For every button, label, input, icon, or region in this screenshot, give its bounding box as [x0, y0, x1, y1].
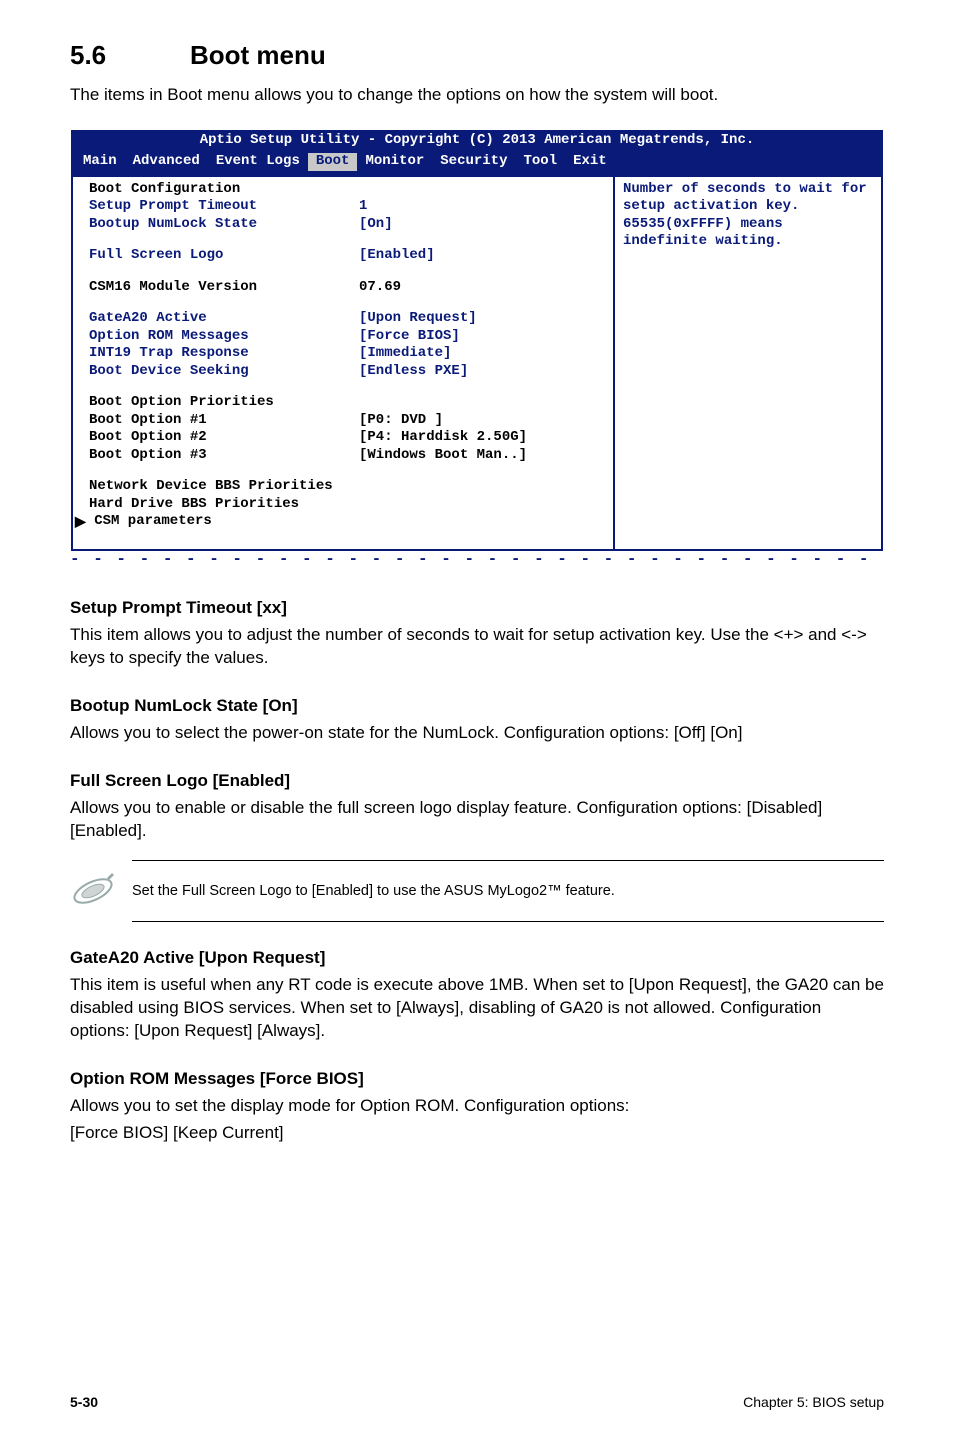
setup-prompt-body: This item allows you to adjust the numbe…: [70, 624, 884, 670]
option-rom-body-1: Allows you to set the display mode for O…: [70, 1095, 884, 1118]
menu-tool[interactable]: Tool: [515, 153, 565, 171]
numlock-value: [On]: [359, 216, 607, 234]
setup-prompt-timeout-label[interactable]: Setup Prompt Timeout: [89, 198, 359, 216]
menu-event-logs[interactable]: Event Logs: [208, 153, 308, 171]
boot-config-header: Boot Configuration: [89, 181, 359, 199]
menu-security[interactable]: Security: [432, 153, 515, 171]
chapter-label: Chapter 5: BIOS setup: [743, 1394, 884, 1410]
section-number: 5.6: [70, 40, 190, 71]
csm16-label: CSM16 Module Version: [89, 279, 359, 297]
menu-main[interactable]: Main: [75, 153, 125, 171]
note-text: Set the Full Screen Logo to [Enabled] to…: [132, 883, 884, 899]
boot-option-3-value: [Windows Boot Man..]: [359, 447, 607, 465]
full-screen-logo-value: [Enabled]: [359, 247, 607, 265]
option-rom-body-2: [Force BIOS] [Keep Current]: [70, 1122, 884, 1145]
option-rom-value: [Force BIOS]: [359, 328, 607, 346]
bios-left-panel: Boot Configuration Setup Prompt Timeout1…: [73, 177, 615, 549]
boot-option-2-label[interactable]: Boot Option #2: [89, 429, 359, 447]
triangle-icon: ▶: [75, 513, 86, 531]
network-bbs-label[interactable]: Network Device BBS Priorities: [89, 478, 333, 496]
csm16-value: 07.69: [359, 279, 607, 297]
boot-option-1-label[interactable]: Boot Option #1: [89, 412, 359, 430]
bios-body: Boot Configuration Setup Prompt Timeout1…: [71, 175, 883, 551]
page-footer: 5-30 Chapter 5: BIOS setup: [70, 1394, 884, 1410]
numlock-body: Allows you to select the power-on state …: [70, 722, 884, 745]
csm-parameters-label[interactable]: CSM parameters: [94, 513, 212, 531]
bios-screenshot: Aptio Setup Utility - Copyright (C) 2013…: [70, 129, 884, 552]
menu-boot[interactable]: Boot: [308, 153, 358, 171]
numlock-label[interactable]: Bootup NumLock State: [89, 216, 359, 234]
option-rom-label[interactable]: Option ROM Messages: [89, 328, 359, 346]
intro-paragraph: The items in Boot menu allows you to cha…: [70, 83, 884, 107]
section-title: Boot menu: [190, 40, 326, 70]
boot-seeking-label[interactable]: Boot Device Seeking: [89, 363, 359, 381]
section-heading: 5.6Boot menu: [70, 40, 884, 71]
bios-help-panel: Number of seconds to wait for setup acti…: [615, 177, 881, 549]
numlock-heading: Bootup NumLock State [On]: [70, 696, 884, 716]
menu-exit[interactable]: Exit: [565, 153, 615, 171]
gatea20-body: This item is useful when any RT code is …: [70, 974, 884, 1043]
int19-label[interactable]: INT19 Trap Response: [89, 345, 359, 363]
hdd-bbs-label[interactable]: Hard Drive BBS Priorities: [89, 496, 299, 514]
boot-priorities-header: Boot Option Priorities: [89, 394, 359, 412]
gatea20-label[interactable]: GateA20 Active: [89, 310, 359, 328]
full-logo-body: Allows you to enable or disable the full…: [70, 797, 884, 843]
boot-option-1-value: [P0: DVD ]: [359, 412, 607, 430]
page-number: 5-30: [70, 1394, 98, 1410]
bios-menubar: Main Advanced Event Logs Boot Monitor Se…: [71, 151, 883, 175]
dashed-divider: - - - - - - - - - - - - - - - - - - - - …: [70, 550, 884, 568]
note-icon: [70, 871, 132, 911]
option-rom-heading: Option ROM Messages [Force BIOS]: [70, 1069, 884, 1089]
full-logo-heading: Full Screen Logo [Enabled]: [70, 771, 884, 791]
menu-advanced[interactable]: Advanced: [125, 153, 208, 171]
gatea20-heading: GateA20 Active [Upon Request]: [70, 948, 884, 968]
bios-help-text: Number of seconds to wait for setup acti…: [623, 181, 873, 251]
setup-prompt-heading: Setup Prompt Timeout [xx]: [70, 598, 884, 618]
boot-seeking-value: [Endless PXE]: [359, 363, 607, 381]
menu-monitor[interactable]: Monitor: [357, 153, 432, 171]
int19-value: [Immediate]: [359, 345, 607, 363]
boot-option-3-label[interactable]: Boot Option #3: [89, 447, 359, 465]
note-block: Set the Full Screen Logo to [Enabled] to…: [70, 860, 884, 922]
full-screen-logo-label[interactable]: Full Screen Logo: [89, 247, 359, 265]
bios-titlebar: Aptio Setup Utility - Copyright (C) 2013…: [71, 130, 883, 152]
boot-option-2-value: [P4: Harddisk 2.50G]: [359, 429, 607, 447]
gatea20-value: [Upon Request]: [359, 310, 607, 328]
setup-prompt-timeout-value: 1: [359, 198, 607, 216]
